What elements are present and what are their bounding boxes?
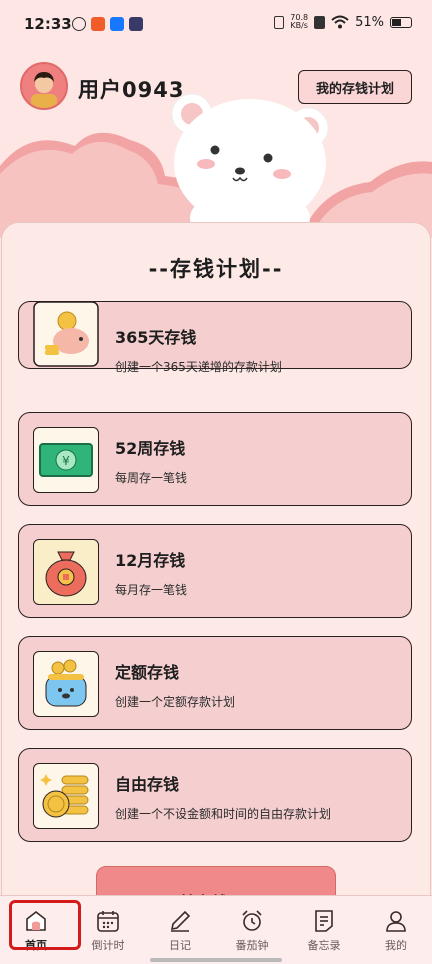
username: 用户0943 — [78, 78, 185, 102]
my-savings-plan-button[interactable]: 我的存钱计划 — [298, 70, 412, 104]
battery-icon — [390, 16, 412, 28]
plan-fixed-amount[interactable]: 定额存钱 创建一个定额存款计划 — [18, 636, 412, 730]
nav-label: 日记 — [169, 939, 191, 952]
plan-title: 52周存钱 — [115, 439, 186, 458]
svg-text:¥: ¥ — [62, 454, 70, 468]
coin-stack-icon — [33, 763, 99, 829]
app-notification-icon — [129, 17, 143, 31]
calendar-icon — [97, 911, 119, 932]
vibrate-icon — [274, 15, 285, 29]
avatar[interactable] — [20, 62, 68, 110]
nav-label: 倒计时 — [91, 939, 125, 952]
nav-label: 备忘录 — [307, 939, 341, 952]
bear-cloud-illustration — [0, 93, 432, 238]
alarm-clock-icon — [242, 910, 262, 931]
status-time: 12:33 — [24, 15, 72, 33]
user-icon — [386, 911, 406, 932]
nav-profile[interactable]: 我的 — [360, 896, 432, 964]
plan-desc: 创建一个定额存款计划 — [115, 695, 236, 709]
app-notification-icon — [91, 17, 105, 31]
pencil-icon — [170, 910, 191, 932]
notification-icons — [72, 17, 143, 31]
coin-purse-icon — [33, 651, 99, 717]
nav-label: 我的 — [385, 939, 407, 952]
net-speed: 70.8 KB/s — [290, 13, 309, 30]
plan-365-days[interactable]: 365天存钱 创建一个365天递增的存款计划 — [18, 301, 412, 374]
status-bar: 12:33 70.8 KB/s 51% — [0, 0, 432, 52]
bear-icon — [171, 93, 329, 238]
status-indicators: 70.8 KB/s 51% — [274, 14, 412, 30]
nav-label: 番茄钟 — [235, 939, 269, 952]
nav-diary[interactable]: 日记 — [144, 896, 216, 964]
memo-icon — [315, 910, 333, 932]
banknote-icon: ¥ — [33, 427, 99, 493]
plan-desc: 创建一个365天递增的存款计划 — [115, 360, 282, 374]
plan-title: 365天存钱 — [115, 328, 197, 347]
sim-icon — [314, 15, 326, 29]
plan-desc: 每周存一笔钱 — [115, 471, 188, 485]
plan-title: 定额存钱 — [115, 663, 180, 682]
nav-memo[interactable]: 备忘录 — [288, 896, 360, 964]
app-notification-icon — [72, 17, 86, 31]
plan-52-weeks[interactable]: ¥ 52周存钱 每周存一笔钱 — [18, 412, 412, 506]
user-avatar-icon — [22, 64, 66, 108]
plan-12-months[interactable]: 12月存钱 每月存一笔钱 — [18, 524, 412, 618]
home-indicator[interactable] — [150, 958, 282, 962]
wifi-icon — [331, 15, 349, 29]
piggy-bank-icon — [33, 301, 99, 369]
money-bag-icon — [33, 539, 99, 605]
section-title: --存钱计划-- — [148, 257, 284, 281]
plan-title: 自由存钱 — [115, 775, 180, 794]
active-tab-highlight — [9, 900, 81, 950]
plan-free[interactable]: 自由存钱 创建一个不设金额和时间的自由存款计划 — [18, 748, 412, 842]
nav-countdown[interactable]: 倒计时 — [72, 896, 144, 964]
plan-desc: 创建一个不设金额和时间的自由存款计划 — [115, 807, 332, 821]
app-notification-icon — [110, 17, 124, 31]
plan-desc: 每月存一笔钱 — [115, 583, 188, 597]
plan-title: 12月存钱 — [115, 551, 186, 570]
battery-percent: 51% — [355, 14, 384, 30]
nav-pomodoro[interactable]: 番茄钟 — [216, 896, 288, 964]
